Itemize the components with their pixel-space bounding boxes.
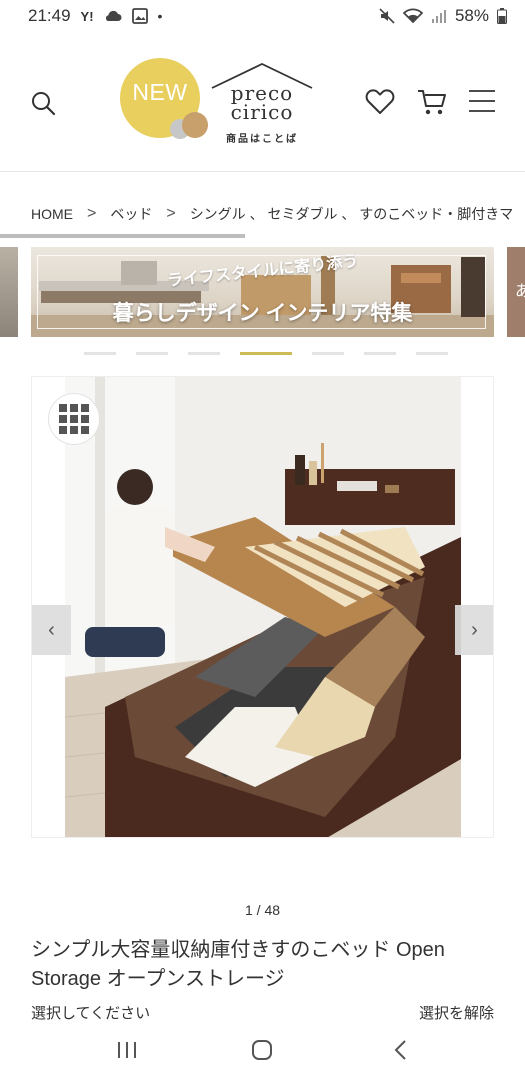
image-icon	[131, 8, 148, 24]
clear-selection-link[interactable]: 選択を解除	[419, 1002, 494, 1023]
battery-icon	[497, 8, 507, 24]
battery-percent: 58%	[454, 6, 489, 25]
breadcrumb-scrollbar[interactable]	[0, 234, 245, 238]
gallery-counter: 1 / 48	[244, 902, 281, 918]
logo-dot-brown	[182, 112, 208, 138]
home-icon[interactable]	[251, 1039, 273, 1061]
product-photo[interactable]	[65, 377, 461, 838]
product-gallery: ‹ ›	[31, 376, 494, 838]
logo-brand-line2: cirico	[230, 100, 294, 124]
breadcrumb: HOME > ベッド > シングル 、 セミダブル 、 すのこベッド・脚付きマ	[0, 196, 525, 232]
wifi-icon	[402, 8, 423, 24]
carousel-dots	[84, 352, 448, 355]
chevron-left-icon: ‹	[48, 618, 55, 641]
breadcrumb-separator: >	[87, 205, 97, 222]
menu-icon[interactable]	[468, 88, 496, 114]
cloud-icon	[105, 10, 122, 21]
recent-apps-icon[interactable]	[116, 1040, 138, 1060]
logo-tagline: 商品はことば	[226, 134, 298, 145]
carousel-dot[interactable]	[364, 352, 396, 355]
carrier-label: Y!	[80, 8, 94, 24]
gallery-prev-button[interactable]: ‹	[32, 605, 71, 655]
gallery-grid-button[interactable]	[48, 393, 100, 445]
carousel-dot[interactable]	[136, 352, 168, 355]
system-nav-bar	[0, 1030, 525, 1080]
new-badge-text: NEW	[132, 79, 188, 105]
banner-carousel[interactable]: ライフスタイルに寄り添う 暮らしデザイン インテリア特集 あ	[0, 245, 525, 339]
breadcrumb-separator: >	[166, 205, 176, 222]
carousel-dot[interactable]	[188, 352, 220, 355]
site-header: NEW preco cirico 商品はことば	[0, 32, 525, 172]
product-title: シンプル大容量収納庫付きすのこベッド Open Storage オープンストレー…	[31, 939, 445, 990]
carousel-dot[interactable]	[416, 352, 448, 355]
status-bar: 21:49 Y! • 58%	[0, 0, 525, 32]
signal-icon	[431, 10, 446, 23]
dot-icon: •	[157, 8, 163, 24]
heart-icon[interactable]	[365, 88, 395, 116]
search-icon[interactable]	[30, 90, 56, 116]
banner-prev-peek[interactable]	[0, 247, 18, 337]
banner-next-peek-glyph: あ	[515, 283, 525, 300]
status-time: 21:49	[28, 6, 71, 25]
back-icon[interactable]	[392, 1039, 408, 1061]
breadcrumb-category[interactable]: シングル 、 セミダブル 、 すのこベッド・脚付きマ	[190, 204, 514, 224]
site-logo[interactable]: NEW preco cirico 商品はことば	[118, 54, 318, 154]
select-prompt: 選択してください	[31, 1005, 151, 1022]
grid-icon	[59, 404, 89, 434]
carousel-dot[interactable]	[84, 352, 116, 355]
logo-brand: preco cirico	[210, 83, 314, 124]
banner-next-peek[interactable]: あ	[507, 247, 525, 337]
breadcrumb-home[interactable]: HOME	[31, 206, 73, 222]
mute-icon	[379, 8, 395, 24]
breadcrumb-bed[interactable]: ベッド	[110, 204, 152, 224]
carousel-dot[interactable]	[312, 352, 344, 355]
gallery-next-button[interactable]: ›	[455, 605, 493, 655]
banner-title: 暮らしデザイン インテリア特集	[112, 302, 413, 325]
banner-slide[interactable]: ライフスタイルに寄り添う 暮らしデザイン インテリア特集	[31, 247, 494, 337]
chevron-right-icon: ›	[471, 618, 478, 641]
cart-icon[interactable]	[416, 87, 448, 117]
carousel-dot[interactable]	[240, 352, 292, 355]
